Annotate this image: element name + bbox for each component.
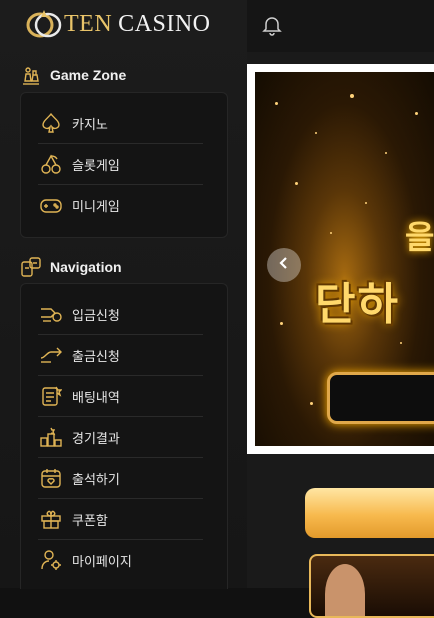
card-image <box>325 564 365 616</box>
sidebar-item-label: 경기결과 <box>72 430 120 446</box>
promo-banner[interactable]: 을 단하 <box>255 72 434 446</box>
sidebar-item-label: 출석하기 <box>72 471 120 487</box>
sidebar: TEN CASINO Game Zone 카지노 슬롯게임 미니게임 Navig… <box>0 0 247 589</box>
sidebar-item-results[interactable]: 경기결과 <box>38 417 203 458</box>
game-zone-panel: 카지노 슬롯게임 미니게임 <box>20 92 228 238</box>
chess-pieces-icon <box>20 64 42 86</box>
navigation-label: Navigation <box>50 259 122 275</box>
logo-ten-text: TEN <box>64 10 113 37</box>
navigation-icon <box>20 256 42 278</box>
calendar-icon <box>38 465 64 491</box>
sidebar-item-label: 슬롯게임 <box>72 157 120 173</box>
gamepad-icon <box>38 192 64 218</box>
sidebar-item-withdraw[interactable]: 출금신청 <box>38 335 203 376</box>
sidebar-item-casino[interactable]: 카지노 <box>38 103 203 144</box>
sidebar-item-deposit[interactable]: 입금신청 <box>38 294 203 335</box>
results-icon <box>38 424 64 450</box>
sidebar-item-coupon[interactable]: 쿠폰함 <box>38 499 203 540</box>
game-zone-title: Game Zone <box>20 64 126 86</box>
bell-icon[interactable] <box>261 14 283 41</box>
withdraw-icon <box>38 342 64 368</box>
banner-headline: 단하 <box>315 279 400 330</box>
sidebar-item-label: 쿠폰함 <box>72 512 108 528</box>
top-bar <box>247 0 434 52</box>
cherry-icon <box>38 151 64 177</box>
game-card[interactable] <box>309 554 434 618</box>
gift-icon <box>38 506 64 532</box>
sidebar-item-attendance[interactable]: 출석하기 <box>38 458 203 499</box>
game-zone-label: Game Zone <box>50 67 127 83</box>
navigation-title: Navigation <box>20 256 122 278</box>
sidebar-item-label: 출금신청 <box>72 348 120 364</box>
bet-history-icon <box>38 383 64 409</box>
gold-action-bar[interactable] <box>305 488 434 538</box>
logo-emblem-icon <box>26 10 62 38</box>
main-content: 을 단하 <box>247 52 434 618</box>
logo[interactable]: TEN CASINO <box>24 7 211 41</box>
spade-icon <box>38 110 64 136</box>
logo-casino-text: CASINO <box>118 10 211 37</box>
user-gear-icon <box>38 547 64 573</box>
banner-headline-top: 을 <box>405 218 434 256</box>
banner-frame: 을 단하 <box>247 64 434 454</box>
sidebar-item-minigame[interactable]: 미니게임 <box>38 185 203 225</box>
sidebar-item-label: 카지노 <box>72 116 108 132</box>
sidebar-item-mypage[interactable]: 마이페이지 <box>38 540 203 580</box>
sidebar-item-label: 배팅내역 <box>72 389 120 405</box>
sidebar-item-bet-history[interactable]: 배팅내역 <box>38 376 203 417</box>
chevron-left-icon <box>277 256 291 275</box>
sidebar-item-label: 미니게임 <box>72 198 120 214</box>
deposit-icon <box>38 301 64 327</box>
navigation-panel: 입금신청 출금신청 배팅내역 경기결과 출석하기 쿠폰함 마이페이지 <box>20 283 228 589</box>
banner-prev-button[interactable] <box>267 248 301 282</box>
sidebar-item-label: 마이페이지 <box>72 553 132 569</box>
sidebar-item-slot[interactable]: 슬롯게임 <box>38 144 203 185</box>
banner-cta-button[interactable] <box>327 372 434 424</box>
sidebar-item-label: 입금신청 <box>72 307 120 323</box>
